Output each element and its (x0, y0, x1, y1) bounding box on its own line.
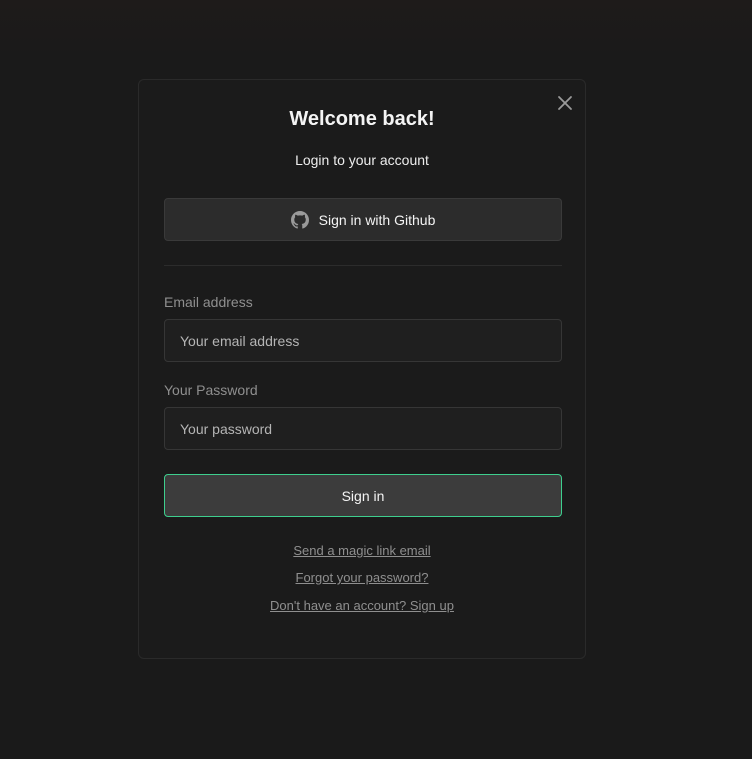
magic-link-row: Send a magic link email (139, 543, 585, 559)
email-field[interactable] (164, 319, 562, 362)
magic-link-email-link[interactable]: Send a magic link email (293, 543, 430, 558)
email-label: Email address (164, 294, 253, 310)
modal-title: Welcome back! (289, 108, 435, 130)
github-signin-label: Sign in with Github (318, 211, 436, 228)
sign-up-row: Don't have an account? Sign up (139, 598, 585, 614)
modal-subtitle: Login to your account (295, 152, 429, 168)
github-signin-button[interactable]: Sign in with Github (164, 198, 562, 241)
forgot-password-link[interactable]: Forgot your password? (296, 570, 429, 585)
password-field[interactable] (164, 407, 562, 450)
sign-up-link[interactable]: Don't have an account? Sign up (270, 598, 454, 613)
github-icon (290, 210, 309, 229)
divider (164, 265, 562, 266)
password-label: Your Password (164, 382, 258, 398)
forgot-password-row: Forgot your password? (139, 570, 585, 586)
sign-in-button[interactable]: Sign in (164, 474, 562, 517)
login-modal: Welcome back! Login to your account Sign… (138, 79, 586, 659)
